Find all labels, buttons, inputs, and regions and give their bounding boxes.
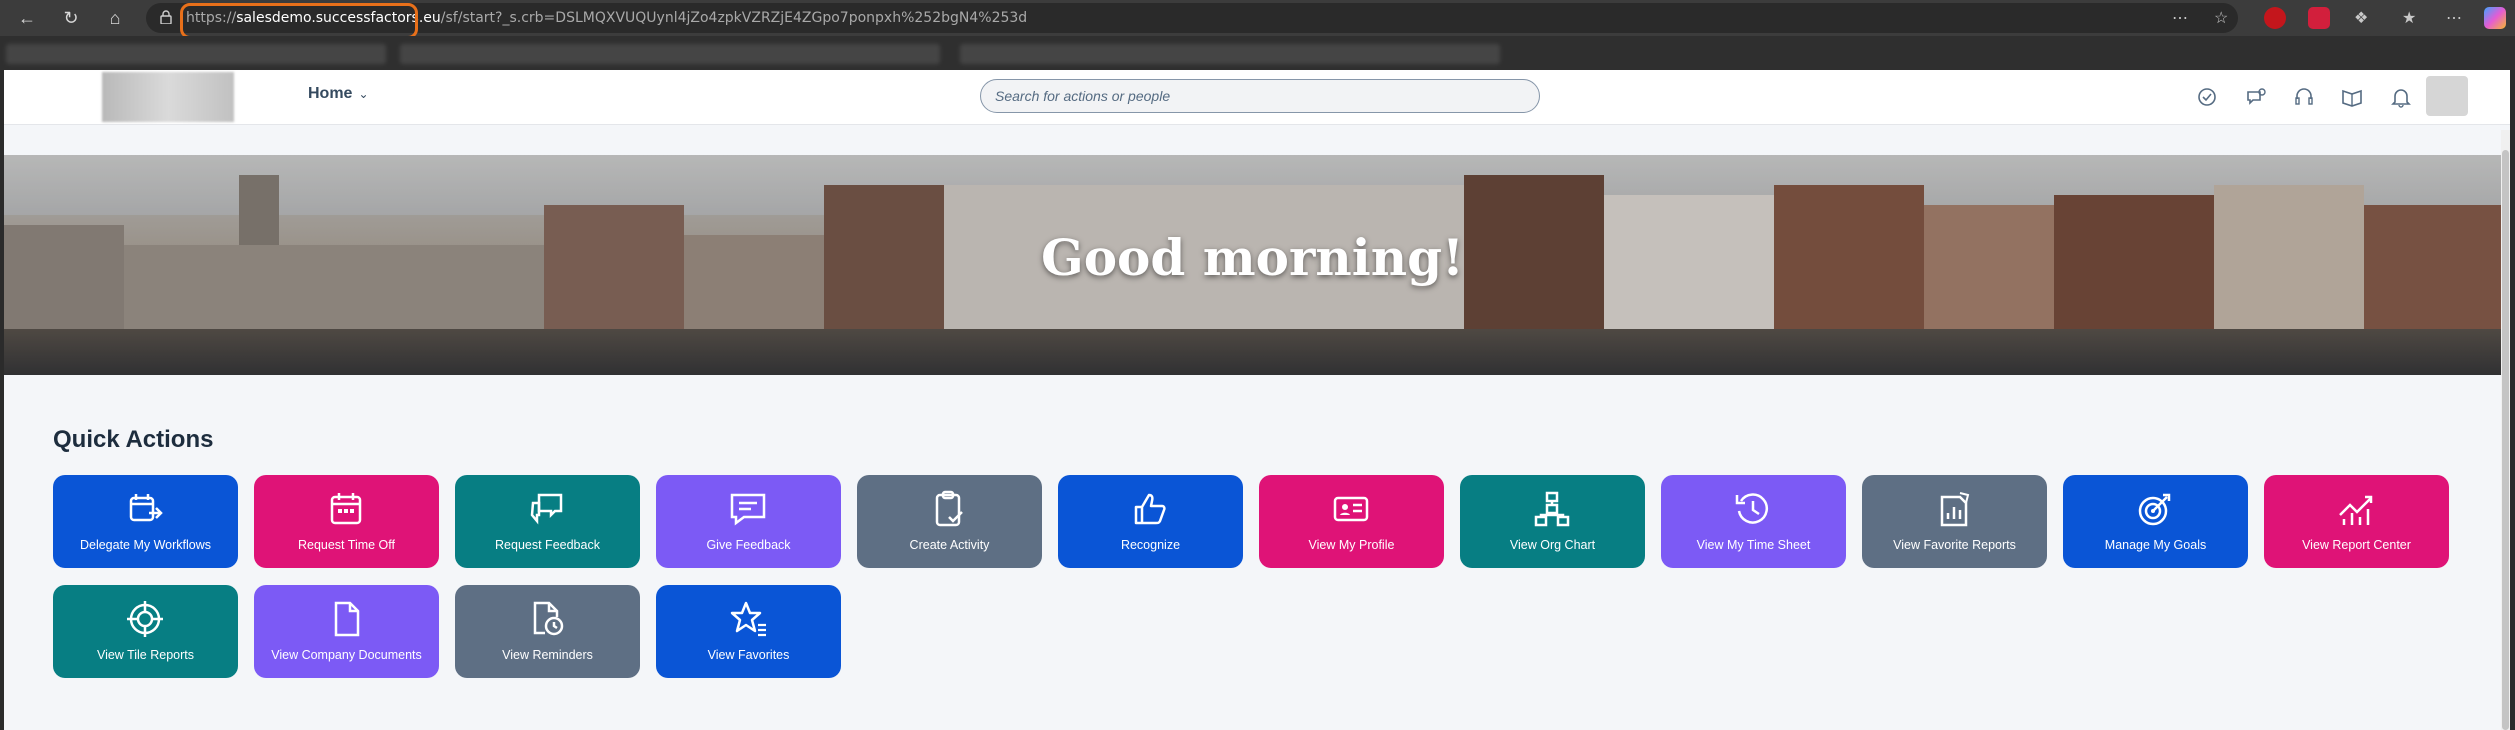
avatar[interactable] [2426,76,2468,116]
notification-bell-icon[interactable] [2388,84,2414,110]
tile-label: Recognize [1120,538,1181,552]
page-scrollbar[interactable] [2501,130,2510,730]
approvals-check-icon[interactable] [2194,84,2220,110]
tile-label: Create Activity [909,538,990,552]
bookmarks-bar [0,36,2515,70]
favorites-list-icon[interactable]: ★ [2402,8,2416,28]
trend-chart-icon [2339,495,2373,525]
url-highlight-annotation [180,3,418,39]
headset-support-icon[interactable] [2291,84,2317,110]
comment-icon [730,493,766,526]
tile-request-feedback[interactable]: Request Feedback [455,475,640,568]
star-icon [730,601,766,637]
tile-view-org-chart[interactable]: View Org Chart [1460,475,1645,568]
tile-label: Request Time Off [297,538,396,552]
tile-delegate-my-workflows[interactable]: Delegate My Workflows [53,475,238,568]
id-card-icon [1333,496,1369,522]
tile-view-my-profile[interactable]: View My Profile [1259,475,1444,568]
company-logo[interactable] [102,72,234,122]
extension-icon[interactable] [2264,7,2286,29]
tile-view-favorite-reports[interactable]: View Favorite Reports [1862,475,2047,568]
address-bar[interactable]: https://salesdemo.successfactors.eu/sf/s… [146,3,2238,33]
tile-view-company-documents[interactable]: View Company Documents [254,585,439,678]
tile-label: View My Profile [1308,538,1395,552]
scrollbar-thumb[interactable] [2502,150,2509,730]
home-icon[interactable]: ⌂ [102,5,128,31]
tile-recognize[interactable]: Recognize [1058,475,1243,568]
tile-manage-my-goals[interactable]: Manage My Goals [2063,475,2248,568]
tile-label: Request Feedback [495,538,600,552]
tile-view-favorites[interactable]: View Favorites [656,585,841,678]
blurred-bookmarks [6,44,386,64]
target-icon [2138,493,2171,526]
tile-label: View Reminders [502,648,593,662]
search-input[interactable] [993,80,1517,112]
tile-view-reminders[interactable]: View Reminders [455,585,640,678]
document-icon [334,601,360,637]
hero-banner: Good morning! [4,155,2501,375]
url-path: /sf/start?_s.crb=DSLMQXVUQUynl4jZo4zpkVZ… [440,10,1028,26]
greeting-heading: Good morning! [1041,228,1464,287]
tile-label: Give Feedback [706,538,791,552]
learning-book-icon[interactable] [2339,84,2365,110]
clipboard-check-icon [935,490,963,527]
joule-assistant-icon[interactable] [2243,84,2269,110]
tile-label: View Company Documents [271,648,422,662]
tile-view-report-center[interactable]: View Report Center [2264,475,2449,568]
blurred-bookmarks [400,44,940,64]
history-icon [1735,493,1768,524]
blurred-bookmarks [960,44,1500,64]
more-icon[interactable]: ⋯ [2172,8,2188,28]
tile-label: View My Time Sheet [1696,538,1811,552]
tile-create-activity[interactable]: Create Activity [857,475,1042,568]
tile-label: Manage My Goals [2104,538,2207,552]
quick-actions-title: Quick Actions [53,426,214,453]
back-icon[interactable]: ← [14,5,40,31]
extensions-puzzle-icon[interactable]: ❖ [2354,8,2368,28]
extension-icon[interactable] [2308,7,2330,29]
document-clock-icon [533,601,564,636]
reload-icon[interactable]: ↻ [58,5,84,31]
copilot-icon[interactable] [2484,7,2506,29]
report-icon [1940,492,1970,527]
tile-label: Delegate My Workflows [79,538,212,552]
favorite-star-icon[interactable]: ☆ [2214,8,2228,28]
home-menu[interactable]: Home ⌄ [308,85,369,103]
tile-view-my-time-sheet[interactable]: View My Time Sheet [1661,475,1846,568]
tile-give-feedback[interactable]: Give Feedback [656,475,841,568]
search-field[interactable] [980,79,1540,113]
shell-bar: Home ⌄ [4,70,2510,125]
tile-label: View Org Chart [1509,538,1596,552]
browser-toolbar: ← ↻ ⌂ https://salesdemo.successfactors.e… [0,0,2515,39]
calendar-icon [330,493,362,525]
tile-label: View Report Center [2302,538,2411,552]
home-menu-label: Home [308,85,353,102]
tile-request-time-off[interactable]: Request Time Off [254,475,439,568]
delegate-icon [129,494,163,522]
tile-label: View Favorites [707,648,790,662]
lock-icon [160,10,172,24]
chevron-down-icon: ⌄ [358,87,369,101]
tile-label: View Tile Reports [96,648,195,662]
crosshair-icon [127,601,163,637]
thumbs-up-icon [1134,493,1166,525]
app-window: Home ⌄ Good morning! [4,70,2510,730]
chat-bubbles-icon [530,493,563,525]
tile-label: View Favorite Reports [1893,538,2016,552]
settings-menu-icon[interactable]: ⋯ [2446,8,2462,28]
tile-view-tile-reports[interactable]: View Tile Reports [53,585,238,678]
org-chart-icon [1534,491,1570,527]
